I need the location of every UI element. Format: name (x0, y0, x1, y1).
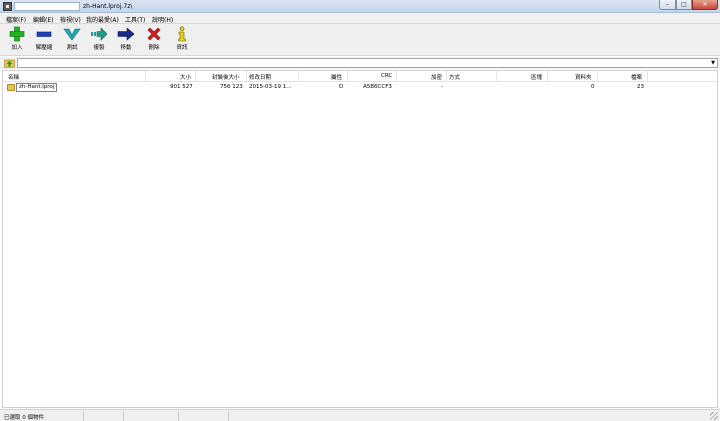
toolbar: 加入 解壓縮 測試 複製 移動 刪除 資訊 (0, 24, 720, 56)
table-row[interactable]: zh-Hant.lproj 901 527 756 123 2015-03-19… (3, 83, 717, 93)
column-folders[interactable]: 資料夾 (575, 73, 592, 81)
folder-up-icon (4, 59, 15, 68)
status-segment-selection: 已選取 0 個物件 (0, 411, 84, 421)
folder-icon (7, 84, 15, 91)
cell-files: 23 (637, 84, 644, 90)
column-separator[interactable] (496, 71, 497, 82)
extract-icon (36, 31, 52, 37)
move-label: 移動 (120, 45, 132, 51)
test-button[interactable]: 測試 (60, 26, 84, 54)
file-list[interactable]: 名稱 大小 封裝後大小 修改日期 屬性 CRC 加密 方式 區塊 資料夾 檔案 … (2, 70, 718, 408)
copy-button[interactable]: 複製 (87, 26, 111, 54)
column-modified[interactable]: 修改日期 (249, 73, 271, 81)
address-bar: ▼ (0, 57, 720, 69)
cell-packed-size: 756 123 (220, 84, 243, 90)
column-separator[interactable] (246, 71, 247, 82)
cell-crc: A5B6CCF3 (363, 84, 392, 90)
resize-grip[interactable] (710, 412, 718, 420)
column-crc[interactable]: CRC (381, 73, 392, 79)
move-icon (117, 27, 135, 41)
folder-up-button[interactable] (4, 58, 15, 68)
column-separator[interactable] (396, 71, 397, 82)
cell-folders: 0 (591, 84, 595, 90)
column-size[interactable]: 大小 (180, 73, 191, 81)
extract-button[interactable]: 解壓縮 (32, 26, 56, 54)
column-separator[interactable] (647, 71, 648, 82)
delete-icon (147, 27, 161, 41)
menu-help[interactable]: 說明(H) (152, 15, 173, 24)
status-segment (84, 411, 124, 421)
add-label: 加入 (11, 45, 23, 51)
column-files[interactable]: 檔案 (631, 73, 642, 81)
menu-favorites[interactable]: 我的最愛(A) (86, 15, 119, 24)
status-segment (179, 411, 229, 421)
cell-size: 901 527 (170, 84, 193, 90)
move-button[interactable]: 移動 (114, 26, 138, 54)
cell-attributes: D (339, 84, 344, 90)
maximize-button[interactable]: □ (676, 0, 692, 10)
column-method[interactable]: 方式 (449, 73, 460, 81)
add-icon (9, 26, 25, 42)
column-separator[interactable] (597, 71, 598, 82)
info-label: 資訊 (176, 45, 188, 51)
column-attributes[interactable]: 屬性 (331, 73, 342, 81)
menu-view[interactable]: 檢視(V) (60, 15, 81, 24)
title-path-box (14, 2, 80, 11)
column-separator[interactable] (547, 71, 548, 82)
menu-bar: 檔案(F) 編輯(E) 檢視(V) 我的最愛(A) 工具(T) 說明(H) (0, 13, 720, 24)
column-separator[interactable] (347, 71, 348, 82)
info-button[interactable]: 資訊 (170, 26, 194, 54)
copy-label: 複製 (93, 45, 105, 51)
column-header-row: 名稱 大小 封裝後大小 修改日期 屬性 CRC 加密 方式 區塊 資料夾 檔案 (3, 71, 717, 82)
delete-label: 刪除 (148, 45, 160, 51)
minimize-button[interactable]: – (659, 0, 676, 10)
column-separator[interactable] (195, 71, 196, 82)
column-separator[interactable] (298, 71, 299, 82)
window-title: zh-Hant.lproj.7z\ (83, 3, 133, 10)
close-button[interactable]: ✕ (692, 0, 718, 10)
test-label: 測試 (66, 45, 78, 51)
menu-file[interactable]: 檔案(F) (6, 15, 26, 24)
cell-encrypted: - (441, 84, 443, 90)
column-name[interactable]: 名稱 (8, 73, 19, 81)
column-separator[interactable] (446, 71, 447, 82)
column-encrypted[interactable]: 加密 (431, 73, 442, 81)
file-name[interactable]: zh-Hant.lproj (16, 83, 58, 92)
menu-edit[interactable]: 編輯(E) (33, 15, 53, 24)
column-packed-size[interactable]: 封裝後大小 (212, 73, 240, 81)
status-bar: 已選取 0 個物件 (0, 409, 720, 421)
info-icon (178, 26, 186, 42)
title-bar: zh-Hant.lproj.7z\ – □ ✕ (0, 0, 720, 13)
add-button[interactable]: 加入 (5, 26, 29, 54)
status-segment (124, 411, 179, 421)
extract-label: 解壓縮 (35, 45, 53, 51)
menu-tools[interactable]: 工具(T) (125, 15, 145, 24)
column-block[interactable]: 區塊 (531, 73, 542, 81)
test-icon (63, 28, 81, 41)
copy-icon (91, 27, 108, 41)
cell-modified: 2015-03-19 1... (249, 84, 292, 90)
path-input[interactable]: ▼ (17, 58, 718, 68)
status-selected-text: 已選取 0 個物件 (4, 415, 44, 421)
app-icon (3, 2, 12, 11)
chevron-down-icon[interactable]: ▼ (711, 59, 715, 67)
column-separator[interactable] (145, 71, 146, 82)
delete-button[interactable]: 刪除 (142, 26, 166, 54)
